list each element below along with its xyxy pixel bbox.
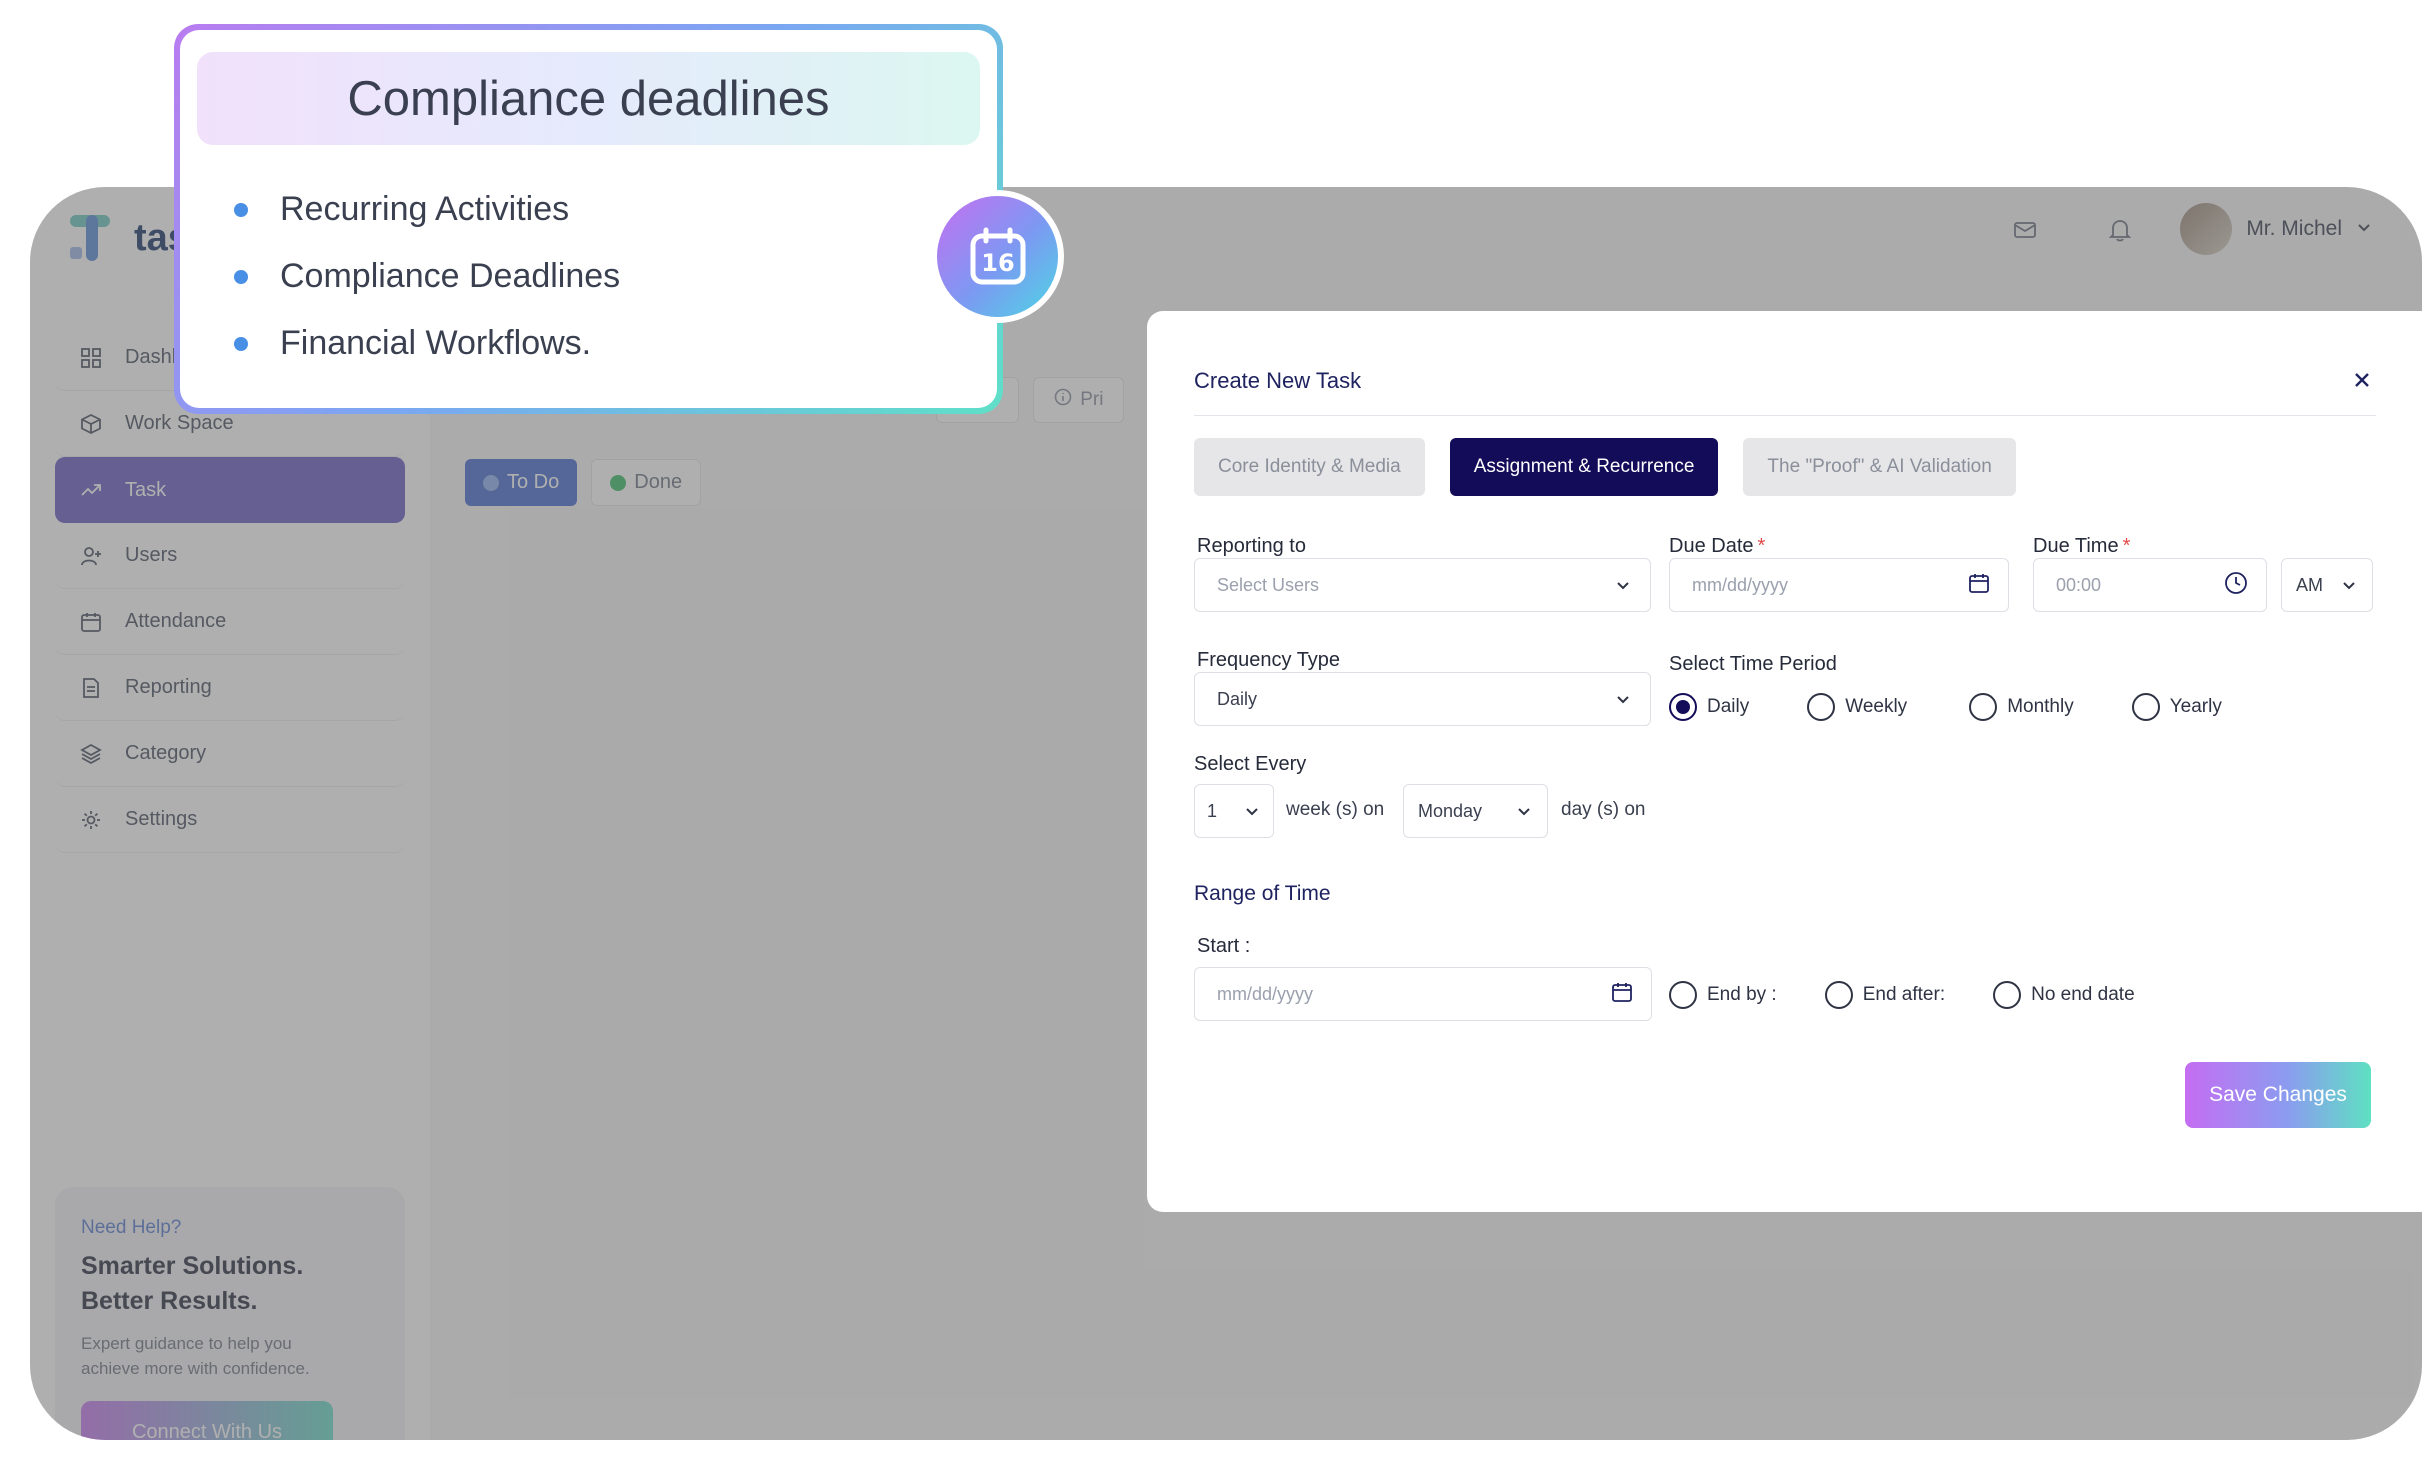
radio-label: End by : (1707, 984, 1777, 1005)
select-value: Daily (1217, 688, 1258, 709)
label-text: Due Date (1669, 535, 1754, 557)
radio-label: Yearly (2169, 696, 2222, 717)
frequency-type-label: Frequency Type (1197, 649, 1341, 671)
calendar-icon: 16 (937, 196, 1058, 317)
reporting-to-select[interactable]: Select Users (1194, 558, 1651, 612)
radio-icon (1969, 693, 1998, 721)
input-placeholder: mm/dd/yyyy (1217, 983, 1314, 1004)
week-text: week (s) on (1286, 799, 1385, 820)
list-item: Compliance Deadlines (234, 243, 621, 310)
close-icon[interactable] (2349, 367, 2375, 393)
radio-label: End after: (1862, 984, 1946, 1005)
callout-body: Compliance deadlines Recurring Activitie… (180, 30, 997, 408)
radio-weekly[interactable]: Weekly (1807, 693, 1907, 721)
calendar-icon[interactable] (1611, 981, 1633, 1008)
start-label: Start : (1197, 935, 1251, 957)
select-value: AM (2296, 574, 2323, 595)
day-text: day (s) on (1561, 799, 1646, 820)
bullet-icon (234, 202, 248, 217)
due-date-input[interactable]: mm/dd/yyyy (1669, 558, 2009, 612)
select-every-label: Select Every (1194, 753, 1307, 775)
bullet-icon (234, 336, 248, 351)
list-item-text: Compliance Deadlines (280, 257, 621, 295)
select-placeholder: Select Users (1217, 574, 1320, 595)
clock-icon[interactable] (2224, 571, 2248, 600)
callout-title: Compliance deadlines (197, 52, 980, 145)
radio-icon (1669, 981, 1697, 1009)
required-mark: * (1757, 535, 1766, 557)
due-time-label: Due Time * (2033, 535, 2130, 558)
save-changes-button[interactable]: Save Changes (2185, 1062, 2371, 1128)
calendar-day-number: 16 (981, 249, 1014, 277)
every-count-select[interactable]: 1 (1194, 784, 1274, 838)
range-of-time-title: Range of Time (1194, 882, 1331, 905)
radio-label: Monthly (2007, 696, 2074, 717)
range-radio-group: End by : End after: No end date (1669, 981, 2185, 1009)
radio-end-after[interactable]: End after: (1824, 981, 1946, 1009)
radio-label: No end date (2031, 984, 2135, 1005)
meridiem-select[interactable]: AM (2281, 558, 2373, 612)
due-date-label: Due Date * (1669, 535, 1765, 558)
list-item: Recurring Activities (234, 176, 620, 243)
tab-proof-ai-validation[interactable]: The "Proof" & AI Validation (1743, 438, 2016, 496)
chevron-down-icon (2340, 576, 2358, 594)
radio-yearly[interactable]: Yearly (2131, 693, 2222, 721)
radio-end-by[interactable]: End by : (1669, 981, 1777, 1009)
radio-monthly[interactable]: Monthly (1969, 693, 2074, 721)
select-value: Monday (1418, 800, 1483, 821)
input-placeholder: 00:00 (2056, 574, 2102, 595)
frequency-type-select[interactable]: Daily (1194, 672, 1651, 726)
radio-label: Weekly (1845, 696, 1908, 717)
list-item-text: Recurring Activities (280, 190, 570, 228)
calendar-icon[interactable] (1968, 572, 1990, 599)
select-value: 1 (1207, 800, 1218, 821)
chevron-down-icon (1614, 690, 1632, 708)
radio-label: Daily (1707, 696, 1750, 717)
due-time-input[interactable]: 00:00 (2033, 558, 2267, 612)
required-mark: * (2122, 535, 2131, 557)
tab-assignment-recurrence[interactable]: Assignment & Recurrence (1449, 438, 1719, 496)
create-task-modal: Create New Task Core Identity & Media As… (1147, 311, 2433, 1212)
radio-selected-icon (1669, 693, 1697, 721)
time-period-label: Select Time Period (1669, 653, 1837, 675)
weekday-select[interactable]: Monday (1403, 784, 1548, 838)
time-period-radio-group: Daily Weekly Monthly Yearly (1669, 693, 2272, 721)
step-tabs: Core Identity & Media Assignment & Recur… (1194, 438, 2016, 496)
tab-core-identity[interactable]: Core Identity & Media (1194, 438, 1425, 496)
bullet-icon (234, 269, 248, 284)
radio-icon (1824, 981, 1853, 1009)
radio-daily[interactable]: Daily (1669, 693, 1749, 721)
start-date-input[interactable]: mm/dd/yyyy (1194, 967, 1652, 1021)
list-item-text: Financial Workflows. (280, 324, 592, 362)
input-placeholder: mm/dd/yyyy (1692, 574, 1789, 595)
callout-list: Recurring Activities Compliance Deadline… (234, 176, 621, 377)
label-text: Due Time (2033, 535, 2119, 557)
divider (1194, 415, 2376, 416)
radio-icon (1807, 693, 1836, 721)
radio-no-end-date[interactable]: No end date (1993, 981, 2135, 1009)
chevron-down-icon (1515, 802, 1533, 820)
reporting-to-label: Reporting to (1197, 535, 1306, 557)
radio-icon (2131, 693, 2160, 721)
modal-title: Create New Task (1194, 368, 1362, 393)
radio-icon (1993, 981, 2022, 1009)
calendar-badge: 16 (931, 190, 1064, 323)
list-item: Financial Workflows. (234, 310, 620, 377)
chevron-down-icon (1243, 802, 1261, 820)
compliance-callout-card: Compliance deadlines Recurring Activitie… (174, 24, 1003, 414)
chevron-down-icon (1614, 576, 1632, 594)
